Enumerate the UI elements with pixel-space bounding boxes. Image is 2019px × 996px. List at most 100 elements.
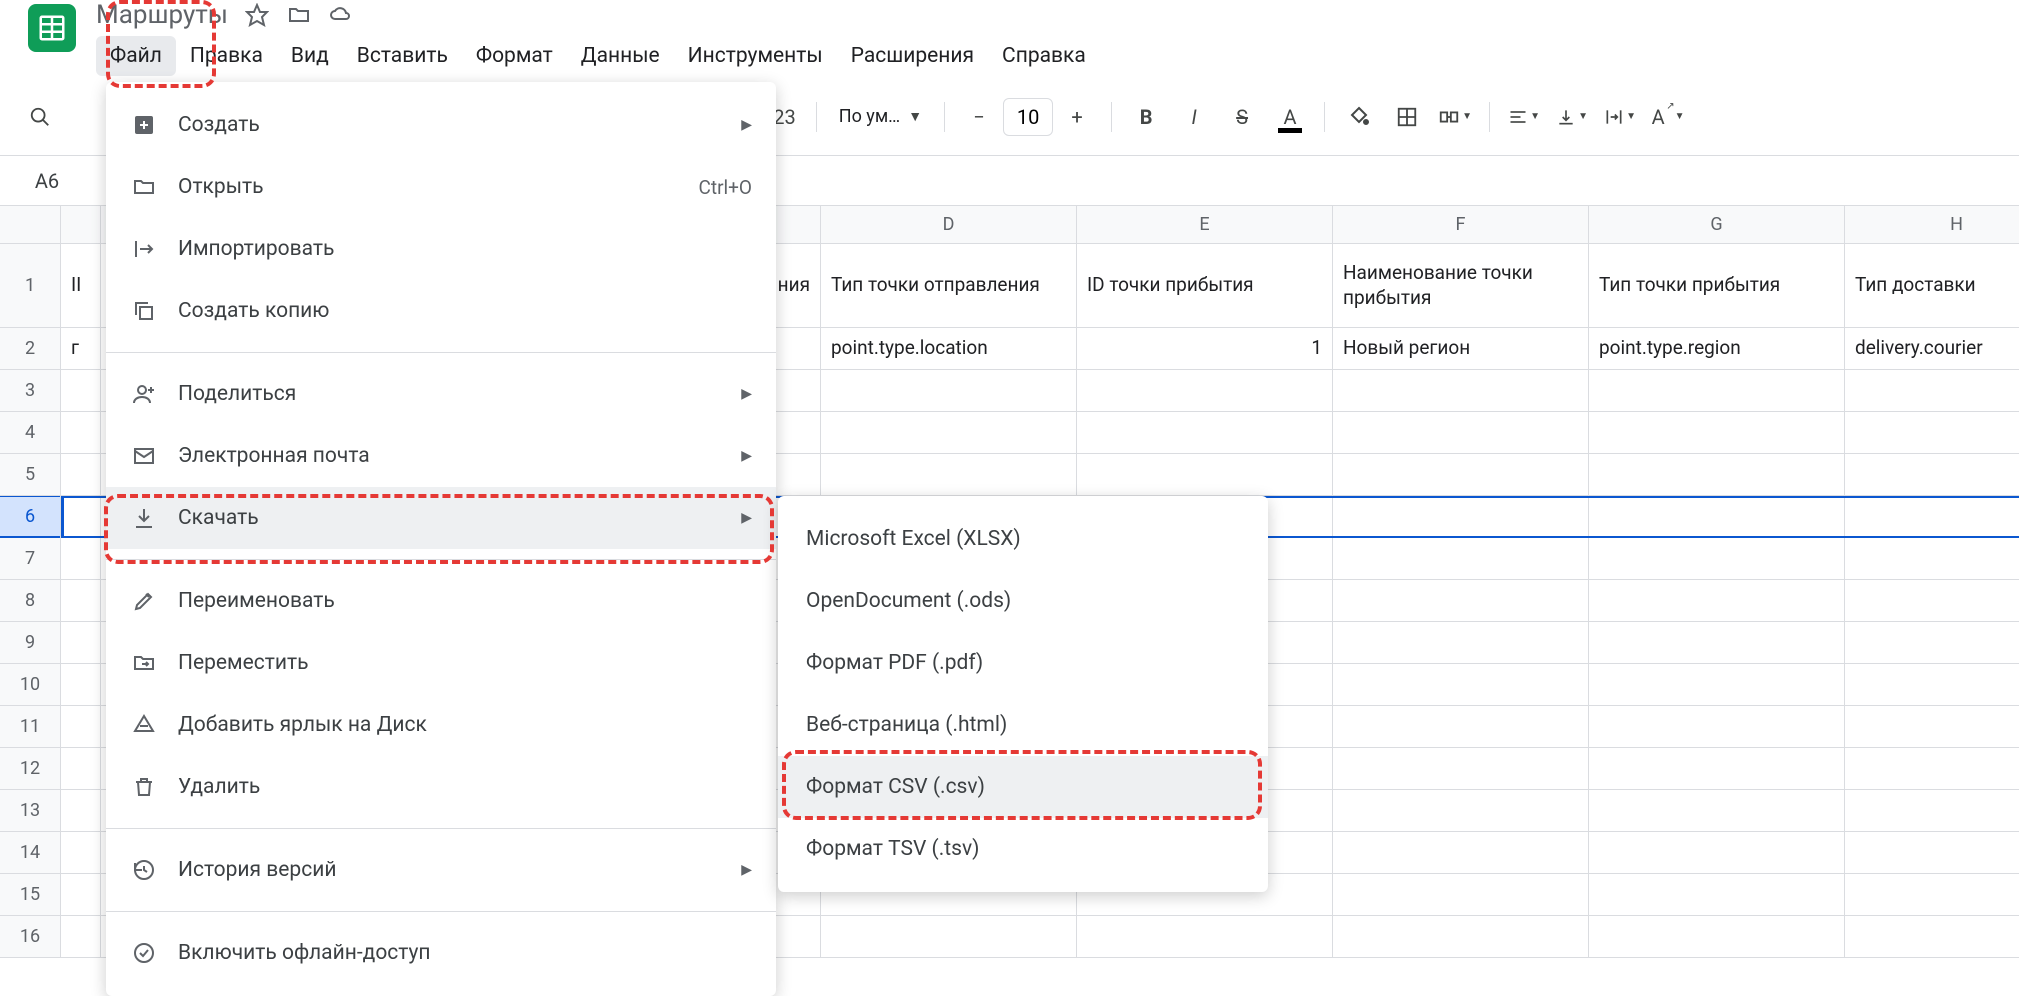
cell[interactable] <box>1333 916 1589 957</box>
cell[interactable] <box>1077 916 1333 957</box>
cell[interactable] <box>1333 580 1589 621</box>
row-header[interactable]: 2 <box>0 328 60 370</box>
text-color-button[interactable]: A <box>1270 97 1310 137</box>
cloud-status-icon[interactable] <box>328 2 354 28</box>
menu-item-open[interactable]: Открыть Ctrl+O <box>106 156 776 218</box>
row-header[interactable]: 5 <box>0 454 60 496</box>
cell[interactable]: 1 <box>1077 328 1333 369</box>
sheets-logo[interactable] <box>28 4 76 52</box>
row-header[interactable]: 7 <box>0 538 60 580</box>
cell[interactable]: II <box>61 244 101 327</box>
move-to-folder-icon[interactable] <box>286 2 312 28</box>
cell[interactable]: delivery.courier <box>1845 328 2019 369</box>
cell[interactable] <box>1845 454 2019 495</box>
cell[interactable] <box>1589 874 1845 915</box>
menu-item-download[interactable]: Скачать ▶ <box>106 487 776 549</box>
row-header[interactable]: 3 <box>0 370 60 412</box>
cell[interactable] <box>61 748 101 789</box>
cell[interactable] <box>1845 916 2019 957</box>
cell[interactable]: point.type.region <box>1589 328 1845 369</box>
cell[interactable] <box>1589 790 1845 831</box>
cell[interactable]: Новый регион <box>1333 328 1589 369</box>
cell[interactable] <box>1589 412 1845 453</box>
menu-item-ods[interactable]: OpenDocument (.ods) <box>778 570 1268 632</box>
row-header[interactable]: 9 <box>0 622 60 664</box>
cell[interactable]: ID точки прибытия <box>1077 244 1333 327</box>
vertical-align-button[interactable]: ▼ <box>1552 97 1592 137</box>
column-header[interactable]: H <box>1845 206 2019 243</box>
menu-item-html[interactable]: Веб-страница (.html) <box>778 694 1268 756</box>
row-header[interactable]: 14 <box>0 832 60 874</box>
cell[interactable] <box>1845 874 2019 915</box>
row-header[interactable]: 10 <box>0 664 60 706</box>
cell[interactable] <box>61 454 101 495</box>
menu-item-add-shortcut[interactable]: Добавить ярлык на Диск <box>106 694 776 756</box>
cell[interactable] <box>61 664 101 705</box>
cell[interactable] <box>1845 538 2019 579</box>
text-wrap-button[interactable]: ▼ <box>1600 97 1640 137</box>
cell[interactable] <box>1333 412 1589 453</box>
row-header[interactable]: 8 <box>0 580 60 622</box>
row-header[interactable]: 15 <box>0 874 60 916</box>
cell[interactable] <box>61 370 101 411</box>
font-size-input[interactable] <box>1003 98 1053 136</box>
cell[interactable] <box>1333 706 1589 747</box>
column-header[interactable] <box>61 206 101 243</box>
cell[interactable] <box>1589 498 1845 536</box>
menu-file[interactable]: Файл <box>96 36 176 76</box>
menu-format[interactable]: Формат <box>462 36 567 76</box>
menu-extensions[interactable]: Расширения <box>837 36 988 76</box>
menu-item-xlsx[interactable]: Microsoft Excel (XLSX) <box>778 508 1268 570</box>
cell[interactable] <box>61 538 101 579</box>
document-title[interactable]: Маршруты <box>96 0 228 30</box>
cell[interactable] <box>1845 498 2019 536</box>
cell[interactable] <box>1589 622 1845 663</box>
cell[interactable] <box>1589 748 1845 789</box>
column-header[interactable]: E <box>1077 206 1333 243</box>
cell[interactable] <box>61 832 101 873</box>
text-rotation-button[interactable]: A↗▼ <box>1648 97 1688 137</box>
cell[interactable] <box>1589 706 1845 747</box>
menu-item-share[interactable]: Поделиться ▶ <box>106 363 776 425</box>
row-header-selected[interactable]: 6 <box>0 496 60 538</box>
column-header[interactable]: G <box>1589 206 1845 243</box>
cell[interactable] <box>1589 370 1845 411</box>
cell[interactable] <box>61 706 101 747</box>
cell[interactable] <box>1333 498 1589 536</box>
cell[interactable]: Наименование точки прибытия <box>1333 244 1589 327</box>
cell[interactable] <box>1589 538 1845 579</box>
cell[interactable] <box>1333 832 1589 873</box>
cell[interactable]: г <box>61 328 101 369</box>
menu-item-email[interactable]: Электронная почта ▶ <box>106 425 776 487</box>
cell[interactable] <box>1333 748 1589 789</box>
cell[interactable] <box>1589 454 1845 495</box>
cell[interactable] <box>61 790 101 831</box>
bold-button[interactable]: B <box>1126 97 1166 137</box>
row-header[interactable]: 4 <box>0 412 60 454</box>
star-icon[interactable] <box>244 2 270 28</box>
cell[interactable]: point.type.location <box>821 328 1077 369</box>
cell[interactable] <box>61 874 101 915</box>
cell[interactable] <box>1333 538 1589 579</box>
column-header[interactable]: F <box>1333 206 1589 243</box>
menu-help[interactable]: Справка <box>988 36 1100 76</box>
cell[interactable] <box>1845 370 2019 411</box>
cell[interactable] <box>1589 664 1845 705</box>
cell[interactable] <box>821 454 1077 495</box>
cell[interactable] <box>1845 622 2019 663</box>
menu-item-tsv[interactable]: Формат TSV (.tsv) <box>778 818 1268 880</box>
menu-insert[interactable]: Вставить <box>343 36 462 76</box>
cell[interactable] <box>61 916 101 957</box>
menu-tools[interactable]: Инструменты <box>674 36 837 76</box>
cell[interactable] <box>61 622 101 663</box>
cell[interactable] <box>1589 580 1845 621</box>
cell[interactable] <box>1845 748 2019 789</box>
menu-item-copy[interactable]: Создать копию <box>106 280 776 342</box>
select-all-corner[interactable] <box>0 206 60 244</box>
menu-item-pdf[interactable]: Формат PDF (.pdf) <box>778 632 1268 694</box>
row-header[interactable]: 13 <box>0 790 60 832</box>
cell[interactable] <box>61 412 101 453</box>
cell[interactable] <box>821 412 1077 453</box>
cell[interactable] <box>1845 706 2019 747</box>
cell[interactable] <box>1077 454 1333 495</box>
